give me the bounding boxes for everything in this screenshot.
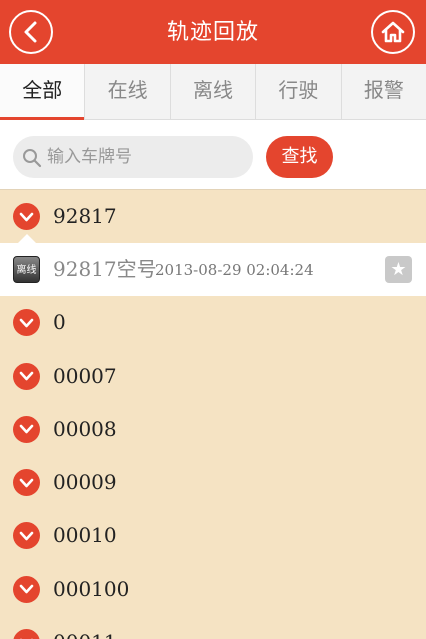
offline-status-icon: 离线	[13, 256, 40, 284]
plate-number: 92817空号	[53, 257, 157, 282]
page-title: 轨迹回放	[166, 20, 259, 45]
chevron-down-icon[interactable]	[13, 629, 40, 639]
list-item[interactable]: 00009	[0, 456, 426, 509]
tab-offline[interactable]: 离线	[171, 64, 257, 119]
list-item[interactable]: 00011	[0, 616, 426, 639]
group-label: 0	[53, 310, 66, 335]
search-icon	[23, 149, 42, 168]
list-item[interactable]: 0	[0, 296, 426, 349]
star-icon[interactable]: ★	[385, 256, 412, 284]
pointer-notch	[18, 234, 36, 244]
last-update-time: 2013-08-29 02:04:24	[155, 261, 314, 280]
chevron-down-icon[interactable]	[13, 309, 40, 337]
group-label: 00010	[53, 523, 117, 548]
list-item[interactable]: 92817	[0, 190, 426, 243]
search-bar	[0, 120, 426, 190]
tab-online[interactable]: 在线	[85, 64, 171, 119]
chevron-down-icon[interactable]	[13, 203, 40, 230]
list-item[interactable]: 000100	[0, 563, 426, 616]
chevron-down-icon[interactable]	[13, 415, 40, 443]
vehicle-list: 92817 离线 92817空号 2013-08-29 02:04:24 ★ 0…	[0, 190, 426, 639]
group-label: 92817	[53, 204, 117, 228]
group-label: 00007	[53, 363, 117, 388]
vehicle-row[interactable]: 离线 92817空号 2013-08-29 02:04:24 ★	[0, 234, 426, 297]
chevron-down-icon[interactable]	[13, 575, 40, 603]
app-header: 轨迹回放	[0, 0, 426, 64]
search-input[interactable]	[13, 136, 253, 178]
home-icon	[381, 21, 405, 43]
filter-tabs: 全部 在线 离线 行驶 报警	[0, 64, 426, 120]
group-label: 00008	[53, 416, 117, 441]
group-label: 00009	[53, 470, 117, 495]
tab-alarm[interactable]: 报警	[342, 64, 426, 119]
list-item[interactable]: 00007	[0, 350, 426, 403]
chevron-down-icon[interactable]	[13, 469, 40, 497]
chevron-down-icon[interactable]	[13, 362, 40, 390]
tab-all[interactable]: 全部	[0, 64, 86, 120]
list-item[interactable]: 00008	[0, 403, 426, 456]
group-label: 00011	[53, 616, 117, 639]
chevron-down-icon[interactable]	[13, 522, 40, 550]
search-button[interactable]: 查找	[266, 136, 333, 178]
list-item[interactable]: 00010	[0, 509, 426, 562]
tab-driving[interactable]: 行驶	[256, 64, 342, 119]
group-label: 000100	[53, 576, 130, 601]
home-button[interactable]	[371, 10, 415, 54]
